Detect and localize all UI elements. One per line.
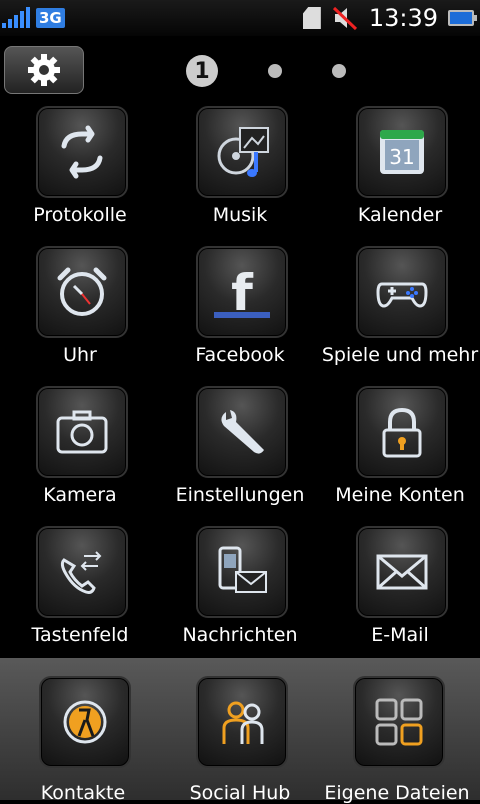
- app-icon-tile[interactable]: [356, 386, 448, 478]
- camera-icon: [56, 410, 108, 454]
- app-icon-tile[interactable]: [36, 526, 128, 618]
- app-icon-tile[interactable]: [36, 246, 128, 338]
- app-label: Kontakte: [40, 782, 126, 804]
- app-label: Nachrichten: [182, 624, 298, 646]
- battery-icon: [448, 10, 477, 26]
- network-type-badge: 3G: [36, 8, 65, 28]
- app-icon-tile[interactable]: [356, 246, 448, 338]
- app-icon-tile[interactable]: [196, 526, 288, 618]
- app-label: Uhr: [63, 344, 97, 366]
- calendar-day: 31: [389, 145, 414, 169]
- app-label: Spiele und mehr: [321, 344, 479, 366]
- settings-button[interactable]: [4, 46, 84, 94]
- app-icon-tile[interactable]: [356, 526, 448, 618]
- page-dot-active[interactable]: 1: [186, 55, 218, 87]
- contacts-icon: [63, 700, 107, 744]
- music-icon: [217, 127, 269, 177]
- page-dot[interactable]: [268, 64, 282, 78]
- app-label: Einstellungen: [175, 484, 305, 506]
- app-label: Kamera: [43, 484, 117, 506]
- messages-icon: [218, 546, 267, 593]
- people-icon: [222, 701, 264, 744]
- sd-card-icon: [302, 7, 321, 29]
- mute-icon: [332, 6, 357, 31]
- app-icon-tile[interactable]: f: [196, 246, 288, 338]
- app-label: E-Mail: [371, 624, 429, 646]
- app-label: Musik: [212, 204, 268, 226]
- signal-strength-icon: [2, 6, 30, 28]
- facebook-icon: f: [214, 264, 270, 322]
- app-label: Social Hub: [189, 782, 291, 804]
- files-grid-icon: [375, 698, 423, 746]
- facebook-glyph: f: [231, 264, 254, 322]
- app-icon-tile[interactable]: [353, 676, 445, 768]
- page-dot[interactable]: [332, 64, 346, 78]
- status-time: 13:39: [368, 4, 438, 32]
- app-label: Protokolle: [33, 204, 127, 226]
- alarm-clock-icon: [57, 267, 107, 316]
- app-label: Kalender: [357, 204, 443, 226]
- app-label: Tastenfeld: [31, 624, 129, 646]
- app-icon-tile[interactable]: 31: [356, 106, 448, 198]
- app-icon-tile[interactable]: [39, 676, 131, 768]
- app-icon-tile[interactable]: [196, 676, 288, 768]
- gamepad-icon: [376, 282, 428, 308]
- app-label: Eigene Dateien: [324, 782, 470, 804]
- phone-icon: [60, 551, 102, 594]
- wrench-icon: [221, 410, 264, 454]
- envelope-icon: [376, 554, 428, 590]
- app-label: Facebook: [195, 344, 285, 366]
- app-icon-tile[interactable]: [196, 106, 288, 198]
- status-bar: 3G 13:39: [0, 0, 480, 36]
- app-icon-tile[interactable]: [196, 386, 288, 478]
- app-icon-tile[interactable]: [36, 106, 128, 198]
- lock-icon: [382, 407, 422, 458]
- calendar-icon: 31: [380, 130, 424, 174]
- dock: Kontakte Social Hub Eigene Dateien: [0, 658, 480, 804]
- app-label: Meine Konten: [335, 484, 465, 506]
- page-indicator: 1: [186, 55, 346, 87]
- app-icon-tile[interactable]: [36, 386, 128, 478]
- gear-icon: [28, 54, 60, 86]
- sync-arrows-icon: [61, 125, 103, 179]
